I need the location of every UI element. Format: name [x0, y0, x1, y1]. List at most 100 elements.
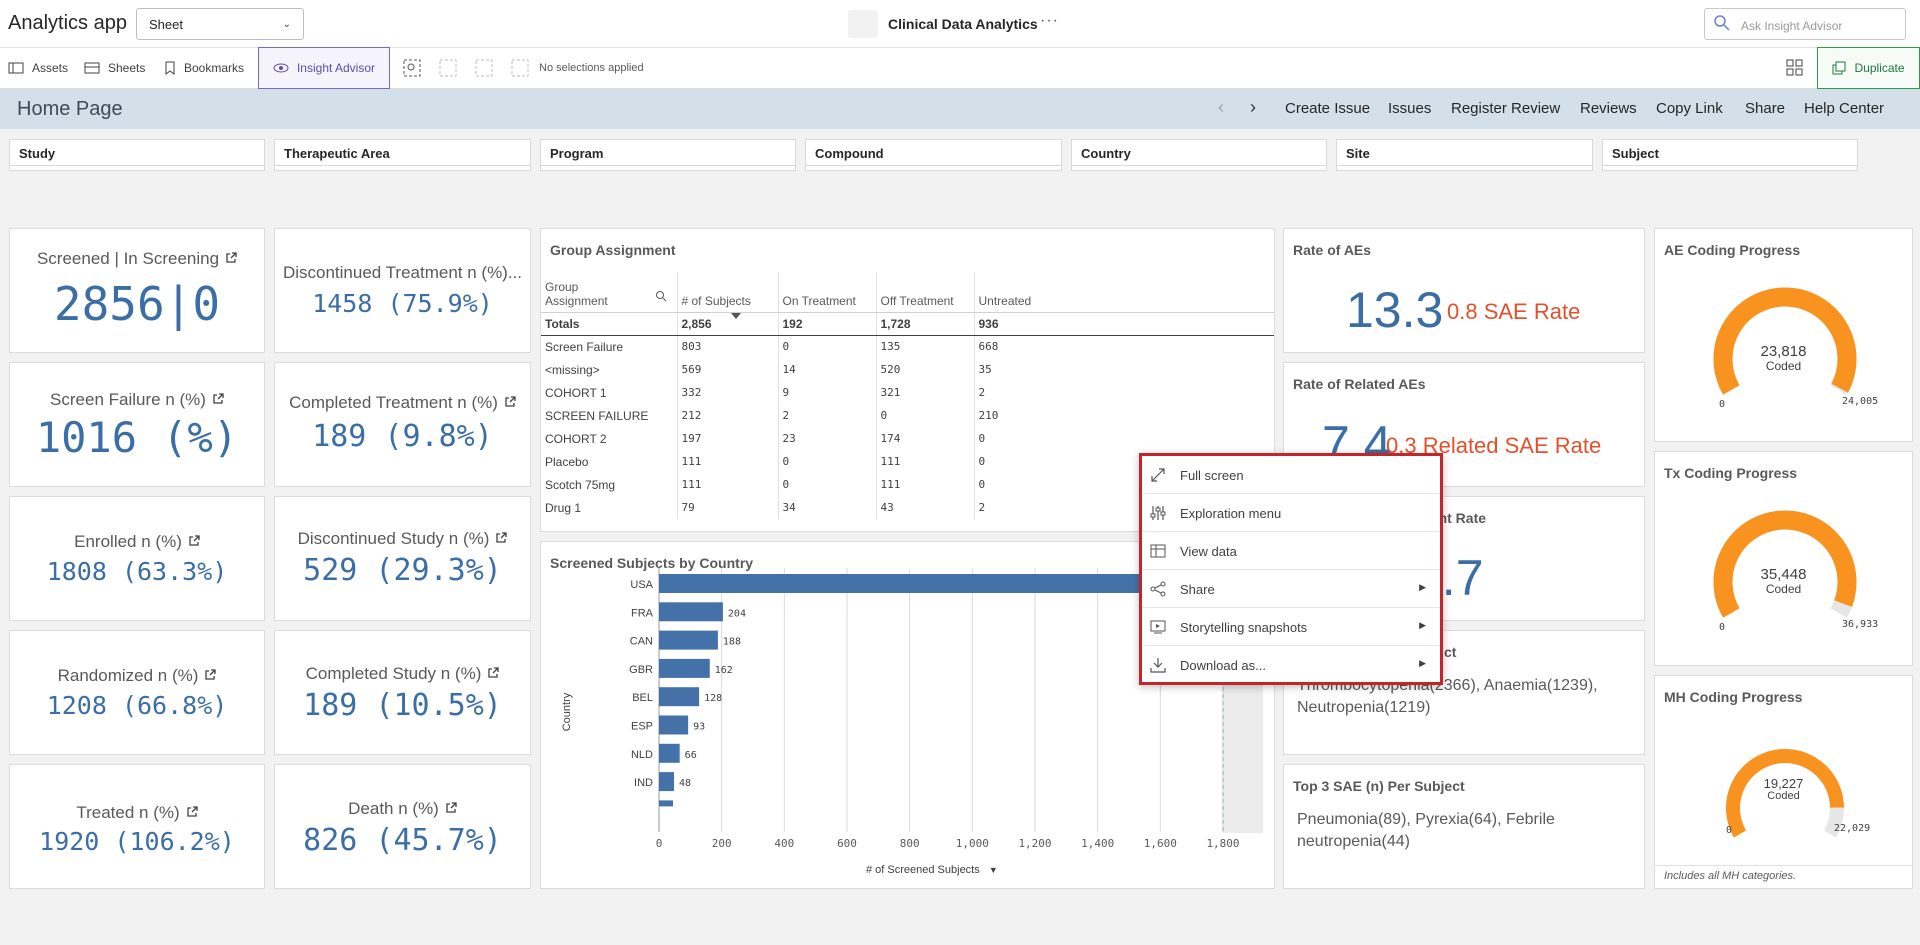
bar[interactable]: [659, 658, 710, 678]
filter-subject[interactable]: Subject: [1602, 139, 1858, 171]
bar[interactable]: [659, 743, 680, 763]
table-cell[interactable]: Screen Failure: [541, 335, 678, 358]
kpi-card-discontinued-study[interactable]: Discontinued Study n (%) 529 (29.3%): [274, 496, 531, 621]
external-link-icon[interactable]: [504, 396, 516, 408]
column-header[interactable]: Off Treatment: [876, 272, 975, 313]
clear-selections-icon[interactable]: [510, 58, 530, 78]
external-link-icon[interactable]: [487, 667, 500, 679]
insight-search-input[interactable]: Ask Insight Advisor: [1704, 8, 1906, 40]
step-back-icon[interactable]: [438, 58, 458, 78]
kpi-card-randomized[interactable]: Randomized n (%) 1208 (66.8%): [9, 630, 265, 755]
bar[interactable]: [659, 772, 675, 792]
menu-item-storytelling-snapshots[interactable]: Storytelling snapshots ▶: [1142, 608, 1440, 646]
column-header[interactable]: Group Assignment: [541, 272, 678, 313]
kpi-card-discontinued-treatment[interactable]: Discontinued Treatment n (%)... 1458 (75…: [274, 228, 531, 353]
external-link-icon[interactable]: [495, 532, 508, 544]
filter-compound[interactable]: Compound: [805, 139, 1062, 171]
menu-item-share[interactable]: Share ▶: [1142, 570, 1440, 608]
external-link-icon[interactable]: [212, 393, 224, 405]
gauge-value: 35,448: [1760, 566, 1807, 583]
y-tick-label[interactable]: NLD: [631, 749, 653, 761]
column-header[interactable]: # of Subjects: [677, 272, 779, 313]
external-link-icon[interactable]: [225, 252, 237, 264]
next-sheet-icon[interactable]: ›: [1250, 97, 1256, 118]
kpi-card-completed-study[interactable]: Completed Study n (%) 189 (10.5%): [274, 630, 531, 755]
rate-aes-card[interactable]: Rate of AEs 13.3 0.8 SAE Rate: [1283, 228, 1645, 353]
table-row[interactable]: SCREEN FAILURE 212 2 0 210: [541, 404, 1274, 427]
table-cell[interactable]: <missing>: [541, 358, 678, 381]
top3-sae-card[interactable]: Top 3 SAE (n) Per Subject Pneumonia(89),…: [1283, 764, 1645, 889]
reviews-link[interactable]: Reviews: [1580, 100, 1637, 117]
tx-coding-card[interactable]: Tx Coding Progress 35,448 Coded 0 36,933: [1654, 451, 1913, 666]
menu-item-full-screen[interactable]: Full screen: [1142, 456, 1440, 494]
menu-item-download-as[interactable]: Download as... ▶: [1142, 646, 1440, 684]
y-tick-label[interactable]: BEL: [632, 692, 653, 704]
kpi-card-screened[interactable]: Screened | In Screening 2856|0: [9, 228, 265, 353]
duplicate-button[interactable]: Duplicate: [1817, 47, 1920, 89]
y-tick-label[interactable]: IND: [634, 777, 653, 789]
ae-coding-card[interactable]: AE Coding Progress 23,818 Coded 0 24,005: [1654, 228, 1913, 442]
filter-study[interactable]: Study: [9, 139, 265, 171]
search-icon: [1714, 15, 1730, 31]
y-tick-label[interactable]: USA: [630, 579, 653, 591]
table-cell[interactable]: SCREEN FAILURE: [541, 404, 678, 427]
create-issue-link[interactable]: Create Issue: [1285, 100, 1370, 117]
y-tick-label[interactable]: ESP: [631, 721, 653, 733]
table-row[interactable]: <missing> 569 14 520 35: [541, 358, 1274, 381]
sort-desc-icon[interactable]: [731, 313, 741, 319]
insight-advisor-button[interactable]: Insight Advisor: [258, 47, 390, 89]
insight-eye-icon: [273, 63, 289, 73]
filter-therapeutic-area[interactable]: Therapeutic Area: [274, 139, 531, 171]
column-header[interactable]: Untreated: [974, 272, 1274, 313]
issues-link[interactable]: Issues: [1388, 100, 1431, 117]
external-link-icon[interactable]: [445, 802, 457, 814]
more-options-icon[interactable]: ···: [1040, 12, 1059, 30]
filter-site[interactable]: Site: [1336, 139, 1593, 171]
table-row[interactable]: COHORT 2 197 23 174 0: [541, 427, 1274, 450]
external-link-icon[interactable]: [186, 806, 198, 818]
table-row[interactable]: COHORT 1 332 9 321 2: [541, 381, 1274, 404]
kpi-card-screen-failure[interactable]: Screen Failure n (%) 1016 (%): [9, 362, 265, 487]
menu-item-exploration-menu[interactable]: Exploration menu: [1142, 494, 1440, 532]
bar[interactable]: [659, 602, 723, 622]
table-cell[interactable]: Placebo: [541, 450, 678, 473]
table-cell[interactable]: COHORT 2: [541, 427, 678, 450]
kpi-title: Screened | In Screening: [36, 249, 220, 268]
bar[interactable]: [659, 715, 689, 735]
mh-coding-card[interactable]: MH Coding Progress 19,227 Coded 0 22,029…: [1654, 675, 1913, 889]
kpi-card-completed-treatment[interactable]: Completed Treatment n (%) 189 (9.8%): [274, 362, 531, 487]
bookmarks-button[interactable]: Bookmarks: [164, 61, 244, 75]
sheets-button[interactable]: Sheets: [84, 61, 145, 75]
y-tick-label[interactable]: FRA: [631, 607, 654, 619]
filter-country[interactable]: Country: [1071, 139, 1327, 171]
share-link[interactable]: Share: [1745, 100, 1785, 117]
copy-link-link[interactable]: Copy Link: [1656, 100, 1723, 117]
grid-icon[interactable]: [1785, 58, 1805, 78]
register-review-link[interactable]: Register Review: [1451, 100, 1560, 117]
filter-program[interactable]: Program: [540, 139, 796, 171]
kpi-card-death[interactable]: Death n (%) 826 (45.7%): [274, 764, 531, 889]
table-row[interactable]: Screen Failure 803 0 135 668: [541, 335, 1274, 358]
table-cell[interactable]: COHORT 1: [541, 381, 678, 404]
y-tick-label[interactable]: GBR: [629, 664, 653, 676]
y-tick-label[interactable]: CAN: [630, 636, 653, 648]
menu-item-view-data[interactable]: View data: [1142, 532, 1440, 570]
help-center-link[interactable]: Help Center: [1804, 100, 1884, 117]
external-link-icon[interactable]: [188, 535, 200, 547]
step-forward-icon[interactable]: [474, 58, 494, 78]
bar[interactable]: [659, 687, 700, 707]
previous-sheet-icon[interactable]: ‹: [1218, 97, 1224, 118]
bar[interactable]: [659, 630, 718, 650]
smart-search-icon[interactable]: [402, 58, 422, 78]
search-icon[interactable]: [655, 290, 667, 302]
kpi-card-treated[interactable]: Treated n (%) 1920 (106.2%): [9, 764, 265, 889]
external-link-icon[interactable]: [204, 669, 217, 681]
x-axis-title-wrap[interactable]: # of Screened Subjects ▼: [866, 864, 998, 876]
kpi-card-enrolled[interactable]: Enrolled n (%) 1808 (63.3%): [9, 496, 265, 621]
sheet-select-value: Sheet: [149, 17, 183, 32]
assets-button[interactable]: Assets: [8, 61, 68, 75]
column-header[interactable]: On Treatment: [778, 272, 877, 313]
table-cell[interactable]: Drug 1: [541, 496, 678, 519]
sheet-select[interactable]: Sheet ⌄: [136, 8, 304, 40]
table-cell[interactable]: Scotch 75mg: [541, 473, 678, 496]
